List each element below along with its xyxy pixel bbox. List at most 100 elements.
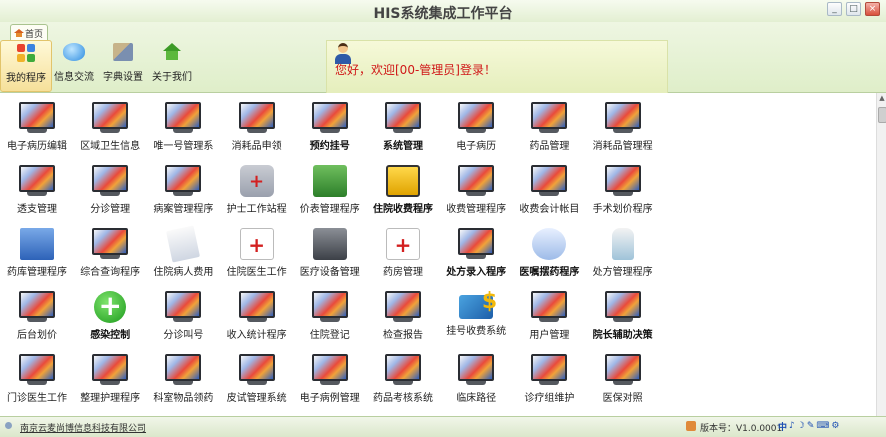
program-item[interactable]: 整理护理程序	[73, 349, 147, 409]
program-item[interactable]: 电子病历编辑	[0, 97, 74, 157]
scroll-thumb[interactable]	[878, 107, 886, 123]
monitor-icon	[92, 228, 129, 260]
home-tab-label: 首页	[25, 29, 44, 40]
money-icon	[312, 165, 347, 197]
program-label: 护士工作站程	[226, 204, 287, 215]
monitor-icon	[311, 291, 348, 323]
program-item[interactable]: 护士工作站程	[220, 160, 294, 220]
tab-home[interactable]: 首页	[10, 24, 49, 41]
program-item[interactable]: 挂号收费系统	[439, 286, 513, 346]
program-item[interactable]: 检查报告	[366, 286, 440, 346]
program-label: 手术划价程序	[592, 204, 653, 215]
monitor-icon	[531, 291, 568, 323]
program-label: 收费会计帐目	[519, 204, 580, 215]
monitor-icon	[604, 291, 641, 323]
monitor-icon	[19, 354, 55, 386]
program-label: 检查报告	[383, 330, 423, 341]
ime-keyboard-icon[interactable]: ⌨	[816, 421, 829, 431]
program-item[interactable]: 手术划价程序	[586, 160, 660, 220]
program-label: 皮试管理系统	[226, 393, 287, 404]
program-item[interactable]: 预约挂号	[293, 97, 367, 157]
scroll-up-icon[interactable]: ▲	[877, 93, 886, 103]
program-label: 处方录入程序	[446, 267, 507, 278]
program-item[interactable]: 价表管理程序	[293, 160, 367, 220]
program-item[interactable]: 电子病例管理	[293, 349, 367, 409]
program-label: 预约挂号	[309, 141, 350, 152]
program-item[interactable]: 区域卫生信息	[73, 97, 147, 157]
program-item[interactable]: 处方录入程序	[439, 223, 513, 283]
version-icon	[686, 421, 696, 431]
vertical-scrollbar[interactable]: ▲	[876, 93, 886, 416]
title-bar: HIS系统集成工作平台 _ □ ×	[0, 0, 886, 23]
first-aid-icon	[386, 228, 420, 260]
program-item[interactable]: 消耗品申领	[220, 97, 294, 157]
medical-record-icon	[239, 228, 274, 260]
program-label: 药品管理	[529, 141, 570, 152]
program-item[interactable]: 感染控制	[73, 286, 147, 346]
about-us-button[interactable]: 关于我们	[147, 40, 197, 90]
ime-pen-icon[interactable]: ✎	[807, 421, 815, 431]
pills-icon	[532, 228, 567, 260]
minimize-button[interactable]: _	[827, 2, 842, 16]
program-item[interactable]: 医嘱摆药程序	[512, 223, 586, 283]
program-item[interactable]: 消耗品管理程	[586, 97, 660, 157]
program-item[interactable]: 收入统计程序	[220, 286, 294, 346]
program-item[interactable]: 院长辅助决策	[586, 286, 660, 346]
ime-chinese-icon[interactable]: 中	[778, 420, 787, 433]
dictionary-settings-button[interactable]: 字典设置	[98, 40, 148, 90]
ime-toolbar[interactable]: 中 ♪ ☽ ✎ ⌨ ⚙	[778, 418, 839, 434]
monitor-icon	[238, 102, 275, 134]
ime-settings-icon[interactable]: ⚙	[831, 421, 839, 431]
program-item[interactable]: 医保对照	[586, 349, 660, 409]
program-item[interactable]: 住院收费程序	[366, 160, 440, 220]
program-label: 处方管理程序	[592, 267, 653, 278]
program-item[interactable]: 药品管理	[512, 97, 586, 157]
program-item[interactable]: 住院病人费用	[146, 223, 220, 283]
program-label: 住院登记	[309, 330, 350, 341]
ambulance-house-icon	[312, 228, 347, 260]
program-item[interactable]: 药库管理程序	[0, 223, 74, 283]
program-item[interactable]: 用户管理	[512, 286, 586, 346]
company-link[interactable]: 南京云麦尚博信息科技有限公司	[20, 421, 146, 434]
status-bar: 南京云麦尚博信息科技有限公司 版本号：V1.0.0001 中 ♪ ☽ ✎ ⌨ ⚙	[0, 416, 886, 437]
my-programs-button[interactable]: 我的程序	[0, 40, 52, 92]
ime-sound-icon[interactable]: ♪	[789, 421, 795, 431]
program-item[interactable]: 透支管理	[0, 160, 74, 220]
program-item[interactable]: 皮试管理系统	[220, 349, 294, 409]
program-item[interactable]: 分诊管理	[73, 160, 147, 220]
program-item[interactable]: 电子病历	[439, 97, 513, 157]
info-exchange-button[interactable]: 信息交流	[49, 40, 99, 90]
program-item[interactable]: 药品考核系统	[366, 349, 440, 409]
program-label: 后台划价	[17, 330, 57, 341]
program-item[interactable]: 系统管理	[366, 97, 440, 157]
maximize-button[interactable]: □	[846, 2, 861, 16]
program-item[interactable]: 住院医生工作	[220, 223, 294, 283]
program-item[interactable]: 临床路径	[439, 349, 513, 409]
monitor-icon	[458, 102, 495, 134]
program-item[interactable]: 综合查询程序	[73, 223, 147, 283]
program-label: 医疗设备管理	[299, 267, 360, 278]
program-item[interactable]: 科室物品领药	[146, 349, 220, 409]
program-item[interactable]: 后台划价	[0, 286, 74, 346]
bottle-icon	[611, 228, 634, 260]
home-tab-icon	[14, 29, 24, 37]
close-button[interactable]: ×	[865, 2, 880, 16]
program-item[interactable]: 收费管理程序	[439, 160, 513, 220]
program-item[interactable]: 医疗设备管理	[293, 223, 367, 283]
welcome-panel: 您好，欢迎[00-管理员]登录！	[326, 40, 668, 94]
program-item[interactable]: 分诊叫号	[146, 286, 220, 346]
ime-moon-icon[interactable]: ☽	[797, 421, 805, 431]
program-item[interactable]: 诊疗组维护	[512, 349, 586, 409]
monitor-icon	[311, 102, 348, 134]
program-label: 电子病例管理	[299, 393, 360, 404]
cash-box-icon	[386, 165, 420, 197]
program-item[interactable]: 处方管理程序	[586, 223, 660, 283]
program-item[interactable]: 药房管理	[366, 223, 440, 283]
program-item[interactable]: 唯一号管理系	[146, 97, 220, 157]
program-item[interactable]: 收费会计帐目	[512, 160, 586, 220]
program-item[interactable]: 住院登记	[293, 286, 367, 346]
nurse-icon	[239, 165, 274, 197]
program-label: 分诊叫号	[163, 330, 204, 341]
program-item[interactable]: 病案管理程序	[146, 160, 220, 220]
program-item[interactable]: 门诊医生工作	[0, 349, 74, 409]
